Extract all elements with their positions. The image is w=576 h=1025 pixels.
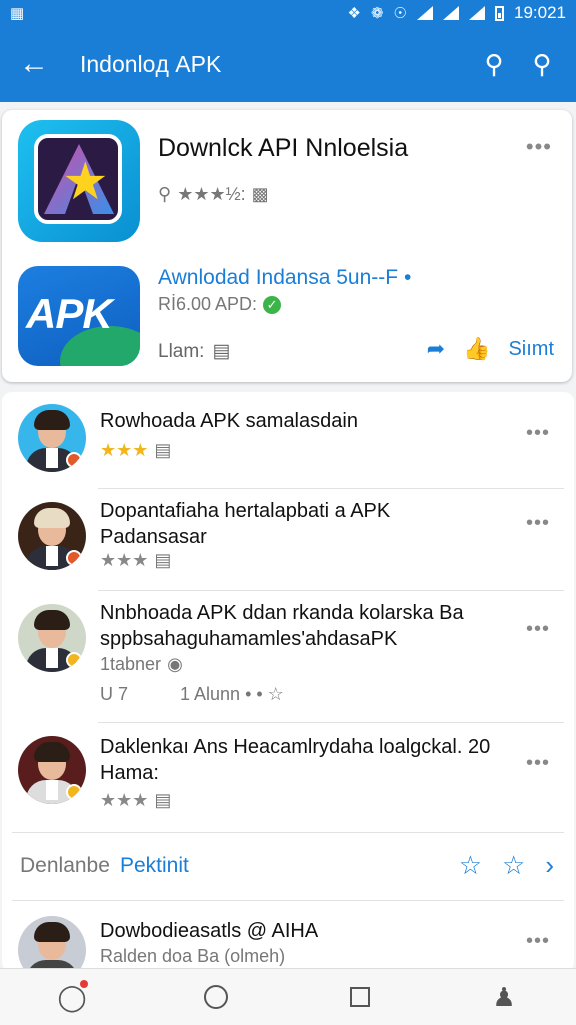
- list-item-rating: ★★★ ▤: [100, 790, 172, 810]
- card-actions: ➦ 👍 Siımt: [427, 336, 554, 362]
- bottom-nav: ◯ ♟: [0, 968, 576, 1025]
- calendar-icon: ▤: [154, 440, 172, 460]
- avatar: [18, 604, 86, 672]
- apk-logo-icon[interactable]: APK: [18, 266, 140, 366]
- thumbs-up-icon[interactable]: 👍: [463, 336, 490, 362]
- battery-icon: [495, 5, 504, 21]
- list-item-stats: U 7 1 Alunn • • ☆: [100, 684, 284, 704]
- more-options-icon[interactable]: •••: [526, 422, 550, 445]
- recents-square-icon[interactable]: [330, 972, 390, 1022]
- signal-icon: [417, 6, 433, 20]
- app-bar-title: Indonloд APK: [80, 50, 222, 77]
- more-options-icon[interactable]: •••: [526, 134, 552, 160]
- location-pin-icon: ⚲: [158, 184, 172, 204]
- list-item-rating: ★★★ ▤: [100, 440, 172, 460]
- verified-check-icon: ✓: [263, 295, 282, 314]
- list-item-title: Daklenkaı Ans Heacamlrydaha loalgckal. 2…: [100, 736, 491, 784]
- more-options-icon[interactable]: •••: [526, 752, 550, 775]
- calendar-icon: ▤: [212, 341, 231, 362]
- list-item[interactable]: Daklenkaı Ans Heacamlrydaha loalgckal. 2…: [2, 722, 574, 832]
- more-options-icon[interactable]: •••: [526, 618, 550, 641]
- app-logo-icon[interactable]: ★: [18, 120, 140, 242]
- status-bar: ▦ ❖ ❁ ☉ 19:021: [0, 0, 576, 26]
- avatar: [18, 404, 86, 472]
- share-icon[interactable]: ➦: [427, 336, 445, 362]
- avatar: [18, 916, 86, 972]
- download-link[interactable]: Awnlodad Indansa 5un--F •: [158, 266, 411, 290]
- featured-meta: ⚲ ★★★½: ▩: [158, 184, 269, 205]
- back-arrow-icon[interactable]: ←: [10, 40, 58, 88]
- home-circle-icon[interactable]: [186, 972, 246, 1022]
- more-options-icon[interactable]: •••: [526, 512, 550, 535]
- profile-icon[interactable]: ♟: [474, 972, 534, 1022]
- see-all-link[interactable]: Pektinit: [120, 854, 189, 878]
- list-item[interactable]: Nnbhoada APK ddan rkanda kolarska Ba spp…: [2, 590, 574, 722]
- price-label: Rİ6.00 APD: ✓: [158, 294, 282, 315]
- star-outline-icon[interactable]: ☆: [459, 850, 482, 881]
- search-icon-secondary[interactable]: ⚲: [518, 40, 566, 88]
- list-item-title: Dopantafiaha hertalapbati a APK Padansas…: [100, 500, 391, 548]
- featured-app-card[interactable]: ★ Downlck API Nnloelsia ••• ⚲ ★★★½: ▩ AP…: [2, 110, 572, 382]
- calendar-icon: ▤: [154, 550, 172, 570]
- see-all-label: Denlanbe: [20, 854, 110, 877]
- globe-icon: ◉: [167, 654, 183, 674]
- calendar-icon: ▤: [154, 790, 172, 810]
- see-all-row[interactable]: Denlanbe Pektinit ☆ ☆ ›: [2, 832, 574, 900]
- app-bar: ← Indonloд APK ⚲ ⚲: [0, 26, 576, 102]
- clock: 19:021: [514, 3, 566, 22]
- tag-icon[interactable]: ◯: [42, 972, 102, 1022]
- list-item[interactable]: Dowbodieasatls @ AIHA Ralden doa Ba (olm…: [2, 904, 574, 972]
- list-item-subtitle: 1tabner ◉: [100, 654, 183, 674]
- search-icon[interactable]: ⚲: [470, 40, 518, 88]
- list-item-rating: ★★★ ▤: [100, 550, 172, 570]
- image-icon: ▦: [10, 5, 25, 22]
- app-list: Rowhoada APK samalasdain ★★★ ▤ ••• Dopan…: [2, 392, 574, 972]
- list-item-title: Dowbodieasatls @ AIHA: [100, 920, 319, 942]
- list-item-title: Nnbhoada APK ddan rkanda kolarska Ba spp…: [100, 602, 464, 650]
- card-footer: Llam: ▤: [158, 340, 231, 363]
- rating-stars: ★★★½:: [177, 184, 246, 204]
- chevron-right-icon[interactable]: ›: [545, 850, 554, 881]
- avatar: [18, 736, 86, 804]
- clipboard-icon: ▩: [251, 184, 269, 204]
- signal-icon: [469, 6, 485, 20]
- avatar: [18, 502, 86, 570]
- nfc-icon: ❁: [370, 5, 384, 22]
- list-item-subtitle: Ralden doa Ba (olmeh): [100, 946, 286, 966]
- signal-icon: [443, 6, 459, 20]
- submit-link[interactable]: Siımt: [508, 338, 554, 361]
- list-item[interactable]: Rowhoada APK samalasdain ★★★ ▤ •••: [2, 392, 574, 488]
- list-item-title: Rowhoada APK samalasdain: [100, 410, 358, 432]
- wifi-icon: ☉: [393, 5, 407, 22]
- star-outline-icon[interactable]: ☆: [502, 850, 525, 881]
- more-options-icon[interactable]: •••: [526, 930, 550, 953]
- mute-icon: ❖: [347, 5, 361, 22]
- featured-title: Downlck API Nnloelsia: [158, 134, 409, 162]
- list-item[interactable]: Dopantafiaha hertalapbati a APK Padansas…: [2, 488, 574, 590]
